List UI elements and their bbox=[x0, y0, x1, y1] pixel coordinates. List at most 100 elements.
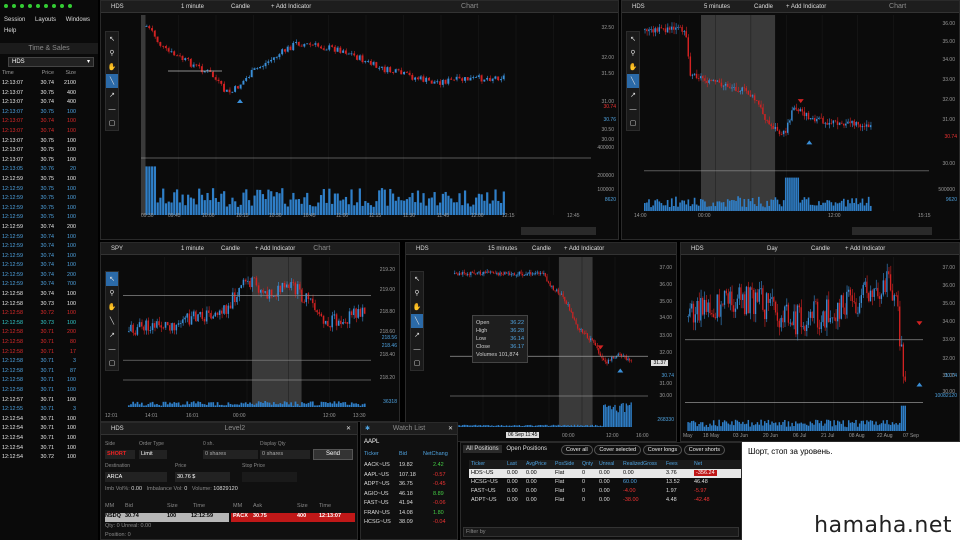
volume-bar bbox=[847, 420, 850, 431]
menu-windows[interactable]: Windows bbox=[66, 17, 90, 23]
hline-tool-icon[interactable]: — bbox=[411, 342, 423, 356]
pointer-icon[interactable]: ↖ bbox=[106, 272, 118, 286]
interval-select[interactable]: 1 minute bbox=[181, 4, 221, 10]
time-sales-row: 12:12:57 30.71 100 bbox=[2, 396, 76, 403]
rect-tool-icon[interactable]: ▢ bbox=[411, 356, 423, 370]
add-indicator-button[interactable]: + Add Indicator bbox=[255, 246, 295, 252]
cover-all-button[interactable]: Cover all bbox=[561, 445, 593, 455]
order-type-select[interactable]: Limit bbox=[139, 450, 167, 459]
hline-tool-icon[interactable]: — bbox=[627, 102, 639, 116]
watchlist-symbol[interactable]: AAPL bbox=[364, 439, 379, 445]
tab-open-positions[interactable]: Open Positions bbox=[503, 445, 550, 453]
chart-type-select[interactable]: Candle bbox=[811, 246, 835, 252]
watchlist-row[interactable]: HCSG~US 38.09 -0.04 bbox=[361, 518, 457, 528]
interval-select[interactable]: 5 minutes bbox=[704, 4, 744, 10]
chart-type-select[interactable]: Candle bbox=[532, 246, 554, 252]
line-tool-icon[interactable]: ╲ bbox=[627, 74, 639, 88]
zoom-icon[interactable]: ⚲ bbox=[627, 46, 639, 60]
menu-help[interactable]: Help bbox=[4, 28, 98, 34]
position-row[interactable]: HCSG~US 0.00 0.00 Flat 0 0.00 60.00 13.52 46.48 bbox=[469, 478, 741, 487]
add-indicator-button[interactable]: + Add Indicator bbox=[845, 246, 885, 252]
time-sales-symbol-input[interactable]: HDS ▾ bbox=[8, 57, 94, 67]
filter-input[interactable]: Filter by bbox=[463, 527, 739, 537]
quantity-input[interactable]: 0 shares bbox=[203, 450, 258, 459]
menu-session[interactable]: Session bbox=[4, 17, 25, 23]
chart-type-select[interactable]: Candle bbox=[221, 246, 245, 252]
cover-shorts-button[interactable]: Cover shorts bbox=[683, 445, 725, 455]
chart-symbol[interactable]: HDS bbox=[691, 246, 757, 252]
rect-tool-icon[interactable]: ▢ bbox=[627, 116, 639, 130]
cover-selected-button[interactable]: Cover selected bbox=[594, 445, 642, 455]
hline-tool-icon[interactable]: — bbox=[106, 102, 118, 116]
side-select[interactable]: SHORT bbox=[105, 450, 135, 459]
zoom-icon[interactable]: ⚲ bbox=[106, 286, 118, 300]
send-button[interactable]: Send bbox=[313, 449, 353, 460]
watchlist-row[interactable]: FRAN~US 14.08 1.80 bbox=[361, 509, 457, 519]
rect-tool-icon[interactable]: ▢ bbox=[106, 356, 118, 370]
volume-bar bbox=[816, 420, 819, 431]
add-indicator-button[interactable]: + Add Indicator bbox=[564, 246, 604, 252]
chart-scrollbar[interactable] bbox=[852, 227, 932, 235]
line-tool-icon[interactable]: ╲ bbox=[106, 314, 118, 328]
candle bbox=[539, 272, 541, 274]
zoom-icon[interactable]: ⚲ bbox=[106, 46, 118, 60]
volume-bar bbox=[350, 402, 353, 407]
hand-icon[interactable]: ✋ bbox=[627, 60, 639, 74]
menu-layouts[interactable]: Layouts bbox=[35, 17, 56, 23]
zoom-icon[interactable]: ⚲ bbox=[411, 286, 423, 300]
chart-symbol[interactable]: SPY bbox=[111, 246, 171, 252]
pointer-icon[interactable]: ↖ bbox=[411, 272, 423, 286]
rect-tool-icon[interactable]: ▢ bbox=[106, 116, 118, 130]
candle bbox=[223, 83, 225, 92]
pointer-icon[interactable]: ↖ bbox=[627, 32, 639, 46]
chart-symbol[interactable]: HDS bbox=[632, 4, 694, 10]
volume-bar bbox=[693, 197, 696, 211]
chart-type-select[interactable]: Candle bbox=[231, 4, 261, 10]
display-qty-input[interactable]: 0 shares bbox=[260, 450, 310, 459]
close-icon[interactable]: ✕ bbox=[346, 425, 351, 432]
arrow-tool-icon[interactable]: ↗ bbox=[627, 88, 639, 102]
cover-longs-button[interactable]: Cover longs bbox=[642, 445, 683, 455]
interval-select[interactable]: 15 minutes bbox=[488, 246, 522, 252]
candle bbox=[357, 309, 359, 318]
close-icon[interactable]: ✕ bbox=[448, 425, 453, 432]
watchlist-row[interactable]: FAST~US 41.94 -0.06 bbox=[361, 499, 457, 509]
interval-select[interactable]: 1 minute bbox=[181, 246, 211, 252]
watchlist-row[interactable]: ADPT~US 36.75 -0.45 bbox=[361, 480, 457, 490]
hline-tool-icon[interactable]: — bbox=[106, 342, 118, 356]
add-indicator-button[interactable]: + Add Indicator bbox=[271, 4, 311, 10]
volume-bar bbox=[305, 403, 308, 407]
arrow-tool-icon[interactable]: ↗ bbox=[106, 88, 118, 102]
line-tool-icon[interactable]: ╲ bbox=[106, 74, 118, 88]
hand-icon[interactable]: ✋ bbox=[106, 300, 118, 314]
candle bbox=[353, 53, 356, 56]
chart-scrollbar[interactable] bbox=[521, 227, 596, 235]
interval-select[interactable]: Day bbox=[767, 246, 801, 252]
position-row[interactable]: ADPT~US 0.00 0.00 Flat 0 0.00 -38.00 4.48 -42.48 bbox=[469, 496, 741, 505]
chart-symbol[interactable]: HDS bbox=[111, 4, 171, 10]
watchlist-row[interactable]: AACK~US 19.82 2.42 bbox=[361, 461, 457, 471]
hand-icon[interactable]: ✋ bbox=[411, 300, 423, 314]
watchlist-columns: Ticker Bid NetChang bbox=[364, 451, 448, 457]
chart-type-select[interactable]: Candle bbox=[754, 4, 776, 10]
stop-price-input[interactable] bbox=[242, 472, 297, 482]
tab-all-positions[interactable]: All Positions bbox=[463, 445, 502, 453]
volume-bar bbox=[776, 425, 779, 431]
price-input[interactable]: 30.76 $ bbox=[175, 472, 230, 482]
level2-symbol[interactable]: HDS bbox=[111, 426, 124, 432]
ask-row[interactable]: PACX 30.75 400 12:13:07 bbox=[231, 513, 355, 522]
bid-row[interactable]: NSDQ 30.74 100 12:12:59 bbox=[105, 513, 229, 522]
arrow-tool-icon[interactable]: ↗ bbox=[106, 328, 118, 342]
line-tool-icon[interactable]: ╲ bbox=[411, 314, 423, 328]
watchlist-row[interactable]: AGIO~US 46.18 8.89 bbox=[361, 490, 457, 500]
watchlist-row[interactable]: AAPL~US 107.18 -0.57 bbox=[361, 471, 457, 481]
position-row[interactable]: HDS~US 0.00 0.00 Flat 0 0.00 0.00 3.76 -356.24 bbox=[469, 469, 741, 478]
chart-symbol[interactable]: HDS bbox=[416, 246, 478, 252]
hand-icon[interactable]: ✋ bbox=[106, 60, 118, 74]
arrow-tool-icon[interactable]: ↗ bbox=[411, 328, 423, 342]
destination-select[interactable]: ARCA bbox=[105, 472, 167, 482]
add-indicator-button[interactable]: + Add Indicator bbox=[786, 4, 826, 10]
pointer-icon[interactable]: ↖ bbox=[106, 32, 118, 46]
position-row[interactable]: FAST~US 0.00 0.00 Flat 0 0.00 -4.00 1.97 -5.97 bbox=[469, 487, 741, 496]
candle bbox=[800, 307, 802, 328]
